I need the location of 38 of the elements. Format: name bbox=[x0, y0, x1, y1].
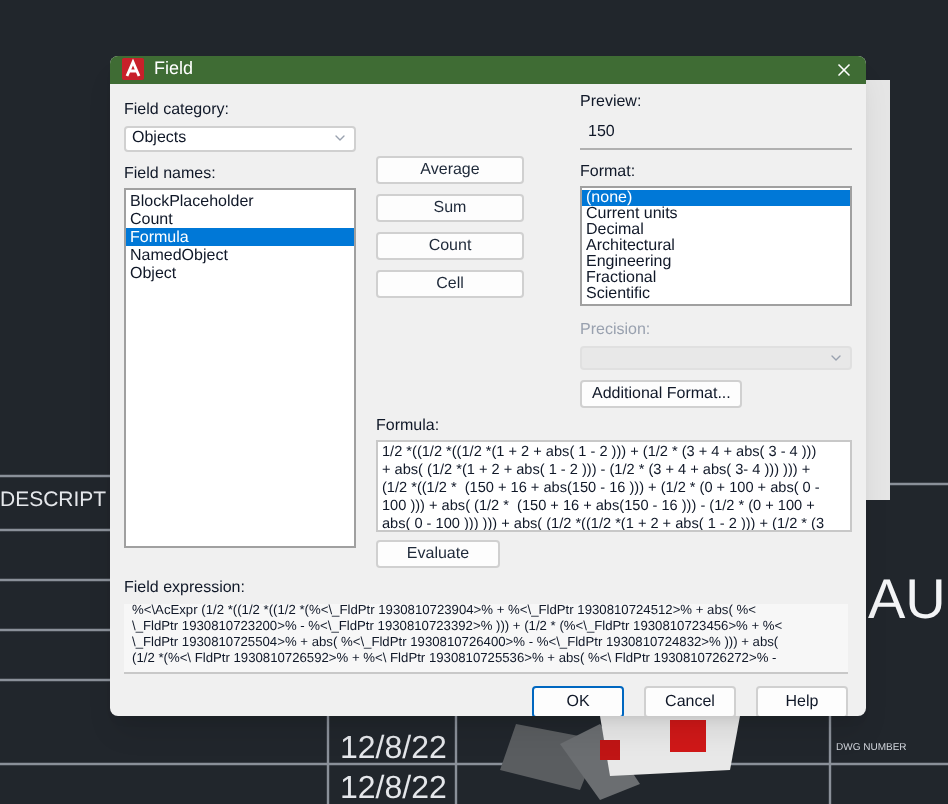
drawing-text: AU bbox=[868, 572, 946, 628]
list-item[interactable]: NamedObject bbox=[126, 245, 354, 263]
dialog-button[interactable]: OK bbox=[532, 685, 624, 716]
function-button[interactable]: Sum bbox=[376, 193, 524, 221]
evaluate-button[interactable]: Evaluate bbox=[376, 539, 500, 567]
field-label: Precision: bbox=[580, 317, 653, 341]
app-logo-icon bbox=[122, 58, 144, 81]
field-label: Field names: bbox=[124, 161, 218, 185]
field-label: Preview: bbox=[580, 89, 644, 113]
drawing-text: 12/8/22 bbox=[340, 734, 447, 766]
list-item[interactable]: Object bbox=[126, 263, 354, 281]
window-title: Field bbox=[154, 56, 194, 82]
category-dropdown[interactable]: Objects bbox=[124, 125, 356, 151]
list-item[interactable]: BlockPlaceholder bbox=[126, 191, 354, 209]
list-item[interactable]: Decimal bbox=[582, 221, 850, 237]
list-item[interactable]: (none) bbox=[582, 189, 850, 205]
list-item[interactable]: Count bbox=[126, 209, 354, 227]
drawing-text: DESCRIPT bbox=[0, 490, 107, 511]
list-item[interactable]: Scientific bbox=[582, 285, 850, 301]
field-label: Format: bbox=[580, 159, 638, 183]
field-label: Field category: bbox=[124, 97, 231, 121]
dialog-button[interactable]: Help bbox=[756, 685, 848, 716]
chevron-icon bbox=[332, 130, 348, 146]
additional-format-button[interactable]: Additional Format... bbox=[580, 379, 743, 407]
list-item[interactable]: Formula bbox=[126, 227, 354, 245]
drawing-text: 12/8/22 bbox=[340, 774, 447, 804]
field-label: Field expression: bbox=[124, 575, 247, 599]
function-button[interactable]: Count bbox=[376, 231, 524, 259]
list-item[interactable]: Architectural bbox=[582, 237, 850, 253]
function-button[interactable]: Cell bbox=[376, 269, 524, 297]
list-item[interactable]: Fractional bbox=[582, 269, 850, 285]
field-label: Formula: bbox=[376, 413, 442, 437]
list-item[interactable]: Engineering bbox=[582, 253, 850, 269]
dialog-button[interactable]: Cancel bbox=[644, 685, 736, 716]
preview-value: 150 bbox=[580, 119, 852, 149]
function-button[interactable]: Average bbox=[376, 155, 524, 183]
list-item[interactable]: Current units bbox=[582, 205, 850, 221]
close-icon[interactable] bbox=[834, 59, 854, 80]
